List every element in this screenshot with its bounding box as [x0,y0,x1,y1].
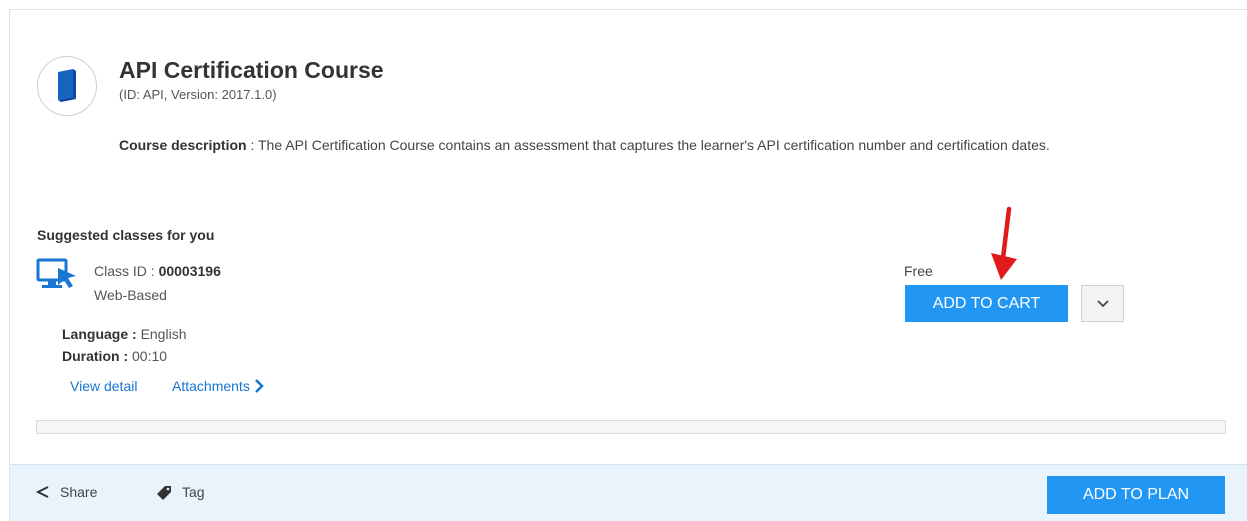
suggested-classes-heading: Suggested classes for you [37,227,215,243]
view-detail-link[interactable]: View detail [70,378,137,394]
language-label: Language : [62,326,141,342]
class-options-dropdown[interactable] [1081,285,1124,322]
share-icon [36,486,49,498]
course-title: API Certification Course [119,57,384,83]
class-type: Web-Based [94,287,167,303]
class-language: Language : English [62,326,186,342]
class-id-value: 00003196 [158,263,221,279]
add-to-plan-button[interactable]: ADD TO PLAN [1047,476,1225,514]
annotation-arrow-icon [991,206,1017,280]
web-based-class-icon [36,258,78,297]
tag-label: Tag [182,484,205,500]
add-to-cart-button[interactable]: ADD TO CART [905,285,1068,322]
duration-label: Duration : [62,348,132,364]
duration-value: 00:10 [132,348,168,364]
share-label: Share [60,484,98,500]
share-button[interactable]: Share [36,484,97,500]
tag-icon [157,485,171,500]
class-id-label: Class ID : [94,263,159,279]
chevron-down-icon [1096,299,1109,307]
class-divider-bar [36,420,1226,434]
class-id: Class ID : 00003196 [94,263,221,279]
class-duration: Duration : 00:10 [62,348,167,364]
course-description-label: Course description [119,137,247,153]
book-icon [37,56,97,116]
tag-button[interactable]: Tag [157,484,205,500]
class-price: Free [904,263,933,279]
course-description-text: : The API Certification Course contains … [246,137,1050,153]
course-description: Course description : The API Certificati… [119,136,1189,155]
attachments-label: Attachments [172,378,250,394]
course-id-version: (ID: API, Version: 2017.1.0) [119,87,277,102]
language-value: English [140,326,187,342]
attachments-link[interactable]: Attachments [172,378,264,394]
chevron-right-icon [254,379,264,393]
